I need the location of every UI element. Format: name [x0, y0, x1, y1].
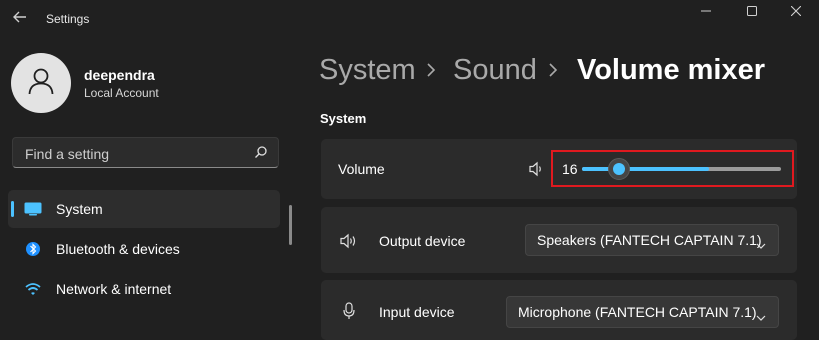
monitor-icon — [24, 201, 42, 217]
minimize-button[interactable] — [683, 0, 729, 24]
chevron-down-icon — [756, 308, 766, 324]
sidebar-scrollbar[interactable] — [289, 205, 292, 245]
breadcrumb-system[interactable]: System — [319, 54, 416, 87]
output-device-dropdown[interactable]: Speakers (FANTECH CAPTAIN 7.1) — [525, 224, 779, 256]
close-icon — [790, 3, 802, 21]
section-title: System — [320, 111, 367, 126]
volume-slider-thumb[interactable] — [608, 158, 630, 180]
user-name: deependra — [84, 67, 155, 83]
search-box[interactable] — [12, 137, 279, 168]
input-device-label: Input device — [379, 304, 455, 320]
search-icon[interactable] — [254, 145, 268, 159]
app-title: Settings — [46, 12, 90, 26]
account-type: Local Account — [84, 86, 159, 100]
input-device-dropdown[interactable]: Microphone (FANTECH CAPTAIN 7.1) — [506, 296, 779, 328]
chevron-right-icon — [426, 61, 436, 84]
sidebar-item-label: System — [56, 201, 103, 217]
maximize-icon — [747, 3, 757, 21]
sidebar-item-label: Network & internet — [56, 281, 172, 297]
close-button[interactable] — [773, 0, 819, 24]
sidebar-item-bluetooth[interactable]: Bluetooth & devices — [8, 230, 280, 268]
volume-value: 16 — [562, 161, 578, 177]
sidebar-item-network[interactable]: Network & internet — [8, 270, 280, 308]
wifi-icon — [24, 281, 42, 297]
minimize-icon — [701, 3, 711, 21]
active-indicator — [11, 201, 14, 217]
bluetooth-icon — [24, 241, 42, 257]
input-device-card: Input device Microphone (FANTECH CAPTAIN… — [321, 280, 797, 340]
volume-slider-fill — [582, 167, 709, 171]
speaker-icon[interactable] — [528, 161, 544, 182]
input-device-value: Microphone (FANTECH CAPTAIN 7.1) — [518, 304, 757, 320]
back-arrow-icon — [13, 10, 27, 28]
sidebar-item-label: Bluetooth & devices — [56, 241, 180, 257]
output-device-label: Output device — [379, 233, 466, 249]
volume-label: Volume — [338, 161, 385, 177]
search-input[interactable] — [23, 143, 247, 165]
page-title: Volume mixer — [577, 54, 766, 86]
chevron-right-icon — [548, 61, 558, 84]
output-device-value: Speakers (FANTECH CAPTAIN 7.1) — [537, 232, 762, 248]
sidebar-item-system[interactable]: System — [8, 190, 280, 228]
microphone-icon — [343, 302, 355, 325]
output-device-card: Output device Speakers (FANTECH CAPTAIN … — [321, 207, 797, 273]
back-button[interactable] — [6, 6, 34, 32]
maximize-button[interactable] — [729, 0, 775, 24]
avatar[interactable] — [11, 53, 71, 113]
chevron-down-icon — [756, 236, 766, 252]
speaker-wave-icon — [339, 233, 359, 254]
person-icon — [26, 66, 56, 101]
breadcrumb-sound[interactable]: Sound — [453, 54, 537, 87]
